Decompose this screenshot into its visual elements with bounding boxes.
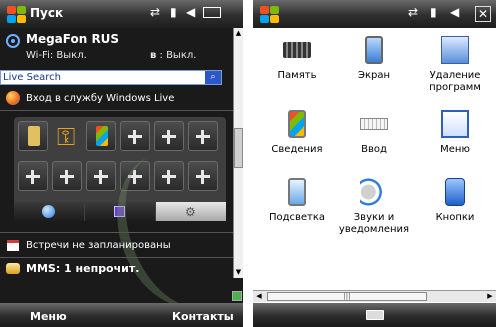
about-icon <box>288 110 306 138</box>
launcher-slot-empty[interactable] <box>18 161 48 191</box>
status-icon[interactable] <box>232 291 242 301</box>
launcher-slot-empty[interactable] <box>154 121 184 151</box>
close-icon: ✕ <box>477 7 489 21</box>
today-screen: Пуск ⇄ ▮ ◀ MegaFon RUS Wi-Fi: Выкл. ʙ : … <box>0 0 243 327</box>
signal-icon[interactable]: ▮ <box>170 5 177 19</box>
search-input[interactable]: Live Search <box>0 70 222 85</box>
keyboard-icon[interactable] <box>366 310 384 320</box>
settings-item-memory[interactable]: Память <box>261 32 333 108</box>
search-button[interactable]: ⌕ <box>205 71 221 84</box>
memory-icon <box>283 42 311 58</box>
sounds-icon <box>360 178 388 206</box>
scroll-thumb[interactable] <box>234 128 243 168</box>
volume-icon[interactable]: ◀ <box>450 5 459 19</box>
bluetooth-status: ʙ : Выкл. <box>150 50 196 61</box>
launcher-slot-empty[interactable] <box>188 121 218 151</box>
windows-mobile-icon <box>96 126 108 146</box>
launcher-slot-key[interactable]: ⚿ <box>52 121 82 151</box>
mms-label: MMS: 1 непрочит. <box>26 262 140 275</box>
appointments-label: Встречи не запланированы <box>26 240 171 251</box>
settings-item-remove-programs[interactable]: Удаление программ <box>419 32 491 108</box>
settings-item-label: Подсветка <box>268 212 326 223</box>
settings-item-buttons[interactable]: Кнопки <box>419 174 491 250</box>
menu-icon <box>441 110 469 138</box>
scroll-left-icon[interactable]: ◀ <box>253 291 265 302</box>
launcher-slot-empty[interactable] <box>86 161 116 191</box>
scroll-down-icon[interactable]: ▼ <box>234 267 243 277</box>
menu-softkey[interactable]: Меню <box>30 310 67 323</box>
backlight-icon <box>288 178 306 206</box>
key-icon: ⚿ <box>57 123 76 151</box>
launcher-slot-phone[interactable] <box>18 121 48 151</box>
launcher-slot-windows[interactable] <box>86 121 116 151</box>
bluetooth-icon: ʙ <box>150 50 157 61</box>
settings-item-label: Сведения <box>271 144 323 155</box>
vertical-scrollbar[interactable]: ▲ ▼ <box>233 28 243 278</box>
screen-icon <box>365 36 383 64</box>
mms-item[interactable]: MMS: 1 непрочит. <box>0 258 233 280</box>
horizontal-scrollbar[interactable]: ◀ ||| ▶ <box>253 290 496 302</box>
signal-icon[interactable]: ▮ <box>430 5 437 19</box>
windows-live-item[interactable]: Вход в службу Windows Live <box>0 88 233 108</box>
window-title: Пуск <box>30 6 64 20</box>
settings-item-label: Звуки и уведомления <box>338 212 410 235</box>
settings-item-sounds[interactable]: Звуки и уведомления <box>338 174 410 250</box>
search-icon: ⌕ <box>210 72 216 82</box>
operator-name: MegaFon RUS <box>26 32 120 46</box>
settings-item-label: Удаление программ <box>429 70 481 93</box>
settings-item-label: Экран <box>357 70 391 81</box>
scroll-right-icon[interactable]: ▶ <box>484 291 496 302</box>
start-button[interactable] <box>258 4 280 24</box>
bluetooth-status-text: : Выкл. <box>159 50 197 61</box>
settings-item-backlight[interactable]: Подсветка <box>261 174 333 250</box>
settings-item-label: Кнопки <box>435 212 475 223</box>
scroll-up-icon[interactable]: ▲ <box>234 28 243 38</box>
volume-icon[interactable]: ◀ <box>186 5 195 19</box>
settings-item-label: Ввод <box>361 144 387 155</box>
softkey-bar <box>253 303 496 327</box>
close-button[interactable]: ✕ <box>475 6 491 22</box>
appointments-item[interactable]: Встречи не запланированы <box>0 236 233 256</box>
launcher-slot-empty[interactable] <box>52 161 82 191</box>
launcher-slot-empty[interactable] <box>120 121 150 151</box>
settings-item-menu[interactable]: Меню <box>419 106 491 182</box>
settings-item-label: Меню <box>440 144 470 155</box>
settings-item-input[interactable]: Ввод <box>338 106 410 182</box>
title-bar: Пуск ⇄ ▮ ◀ <box>0 0 243 28</box>
wifi-status: Wi-Fi: Выкл. <box>26 50 87 61</box>
start-button[interactable] <box>5 4 27 24</box>
windows-live-icon <box>6 91 20 105</box>
contacts-softkey[interactable]: Контакты <box>172 310 234 323</box>
windows-live-label: Вход в службу Windows Live <box>26 93 175 104</box>
phone-icon <box>28 126 40 146</box>
search-label: Live Search <box>3 72 61 83</box>
title-bar: ⇄ ▮ ◀ ✕ <box>253 0 496 28</box>
launcher-tab-1[interactable] <box>14 202 84 221</box>
remove-programs-icon <box>441 36 469 64</box>
scroll-thumb[interactable]: ||| <box>267 292 427 301</box>
settings-item-label: Память <box>277 70 317 81</box>
message-icon <box>6 263 20 274</box>
divider <box>0 232 233 233</box>
divider <box>0 110 233 111</box>
settings-item-screen[interactable]: Экран <box>338 32 410 108</box>
settings-screen: ⇄ ▮ ◀ ✕ Память Экран Удаление программ С… <box>253 0 496 327</box>
battery-icon[interactable] <box>203 7 221 18</box>
globe-icon <box>42 205 55 218</box>
antenna-icon <box>6 34 20 48</box>
buttons-icon <box>445 178 465 206</box>
sync-icon[interactable]: ⇄ <box>150 5 160 19</box>
calendar-icon <box>7 240 19 251</box>
settings-item-about[interactable]: Сведения <box>261 106 333 182</box>
sync-icon[interactable]: ⇄ <box>408 5 418 19</box>
operator-panel[interactable]: MegaFon RUS Wi-Fi: Выкл. ʙ : Выкл. <box>0 28 233 68</box>
input-icon <box>360 118 388 130</box>
softkey-bar: Меню Контакты <box>0 303 243 327</box>
